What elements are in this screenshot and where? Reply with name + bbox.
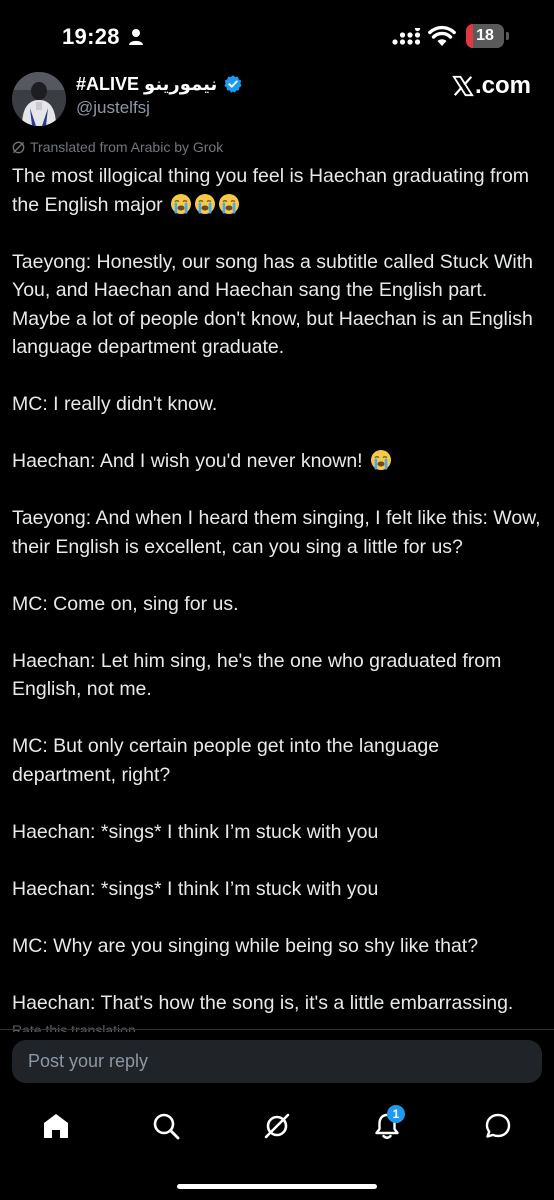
notification-count-badge: 1 xyxy=(387,1105,405,1123)
xcom-watermark: .com xyxy=(452,72,531,100)
tweet-paragraph: Haechan: *sings* I think I’m stuck with … xyxy=(12,877,379,900)
tweet-paragraph: MC: Why are you singing while being so s… xyxy=(12,934,479,957)
status-bar: 19:28 18 xyxy=(0,0,554,70)
nav-notifications[interactable]: 1 xyxy=(367,1105,407,1146)
grok-icon xyxy=(264,1113,290,1139)
crying-emoji-group xyxy=(168,193,240,216)
battery-cap xyxy=(506,32,509,40)
chat-bubble-icon xyxy=(485,1113,511,1138)
tweet-paragraph: The most illogical thing you feel is Hae… xyxy=(12,162,548,219)
battery-percent: 18 xyxy=(476,27,494,44)
author-avatar[interactable] xyxy=(12,72,66,126)
person-icon xyxy=(129,29,143,45)
home-icon xyxy=(44,1114,68,1138)
tweet-paragraph: MC: But only certain people get into the… xyxy=(12,735,440,786)
tweet-paragraph: Haechan: Let him sing, he's the one who … xyxy=(12,649,502,701)
nav-search[interactable] xyxy=(146,1106,186,1146)
crying-face-emoji-icon xyxy=(171,193,192,214)
translation-label[interactable]: Translated from Arabic by Grok xyxy=(12,139,223,155)
nav-messages[interactable] xyxy=(478,1106,518,1146)
author-name-row[interactable]: #ALIVE نيمورينو xyxy=(76,72,243,96)
tweet-paragraph: MC: Come on, sing for us. xyxy=(12,592,239,615)
crying-face-emoji-icon xyxy=(371,450,392,470)
avatar-image xyxy=(12,72,66,126)
tweet-paragraph: MC: I really didn't know. xyxy=(12,393,218,415)
crying-face-emoji-icon xyxy=(219,193,240,214)
tweet-paragraph: Haechan: And I wish you'd never known! xyxy=(12,447,548,476)
battery-body: 18 xyxy=(466,24,504,48)
tweet-paragraph: Haechan: That's how the song is, it's a … xyxy=(12,991,514,1014)
author-handle[interactable]: @justelfsj xyxy=(76,98,150,118)
translation-label-text: Translated from Arabic by Grok xyxy=(30,139,224,155)
tweet-line: Haechan: And I wish you'd never known! xyxy=(12,450,363,472)
tweet-paragraph: Haechan: *sings* I think I’m stuck with … xyxy=(12,820,379,843)
verified-badge-icon xyxy=(224,75,242,93)
rate-translation-link[interactable]: Rate this translation xyxy=(12,1022,312,1032)
divider xyxy=(0,1029,554,1030)
tweet-line: The most illogical thing you feel is Hae… xyxy=(12,165,530,216)
status-time: 19:28 xyxy=(62,24,120,49)
reply-composer[interactable] xyxy=(12,1040,542,1083)
x-logo-icon xyxy=(452,75,474,97)
tweet-paragraph: Taeyong: And when I heard them singing, … xyxy=(12,507,541,558)
author-display-name[interactable]: #ALIVE نيمورينو xyxy=(76,74,217,95)
crying-face-emoji-icon xyxy=(195,193,216,214)
nav-grok[interactable] xyxy=(257,1106,297,1146)
reply-input[interactable] xyxy=(12,1040,542,1083)
battery-indicator: 18 xyxy=(466,24,512,48)
nav-home[interactable] xyxy=(36,1106,76,1146)
home-indicator[interactable] xyxy=(177,1184,377,1189)
cellular-signal-icon xyxy=(392,28,421,45)
bottom-navigation: 1 xyxy=(0,1096,554,1156)
grok-icon xyxy=(12,141,25,153)
search-icon xyxy=(153,1113,180,1140)
xcom-watermark-text: .com xyxy=(475,72,532,99)
tweet-paragraph: Taeyong: Honestly, our song has a subtit… xyxy=(12,250,533,359)
tweet-text: The most illogical thing you feel is Hae… xyxy=(12,162,548,1046)
wifi-icon xyxy=(428,25,456,46)
